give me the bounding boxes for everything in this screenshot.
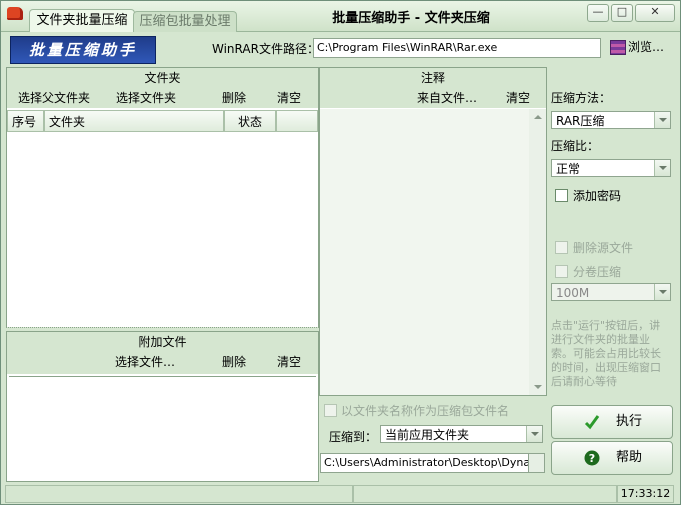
attach-list[interactable] bbox=[9, 376, 316, 480]
svg-text:?: ? bbox=[589, 452, 595, 465]
status-cell-2 bbox=[353, 485, 617, 503]
run-label: 执行 bbox=[616, 414, 643, 429]
browse-button[interactable]: 浏览… bbox=[610, 37, 668, 57]
compress-to-label: 压缩到： bbox=[329, 430, 378, 444]
folder-panel: 文件夹 选择父文件夹 选择文件夹 删除 清空 序号 文件夹 状态 bbox=[6, 67, 319, 329]
split-checkbox[interactable] bbox=[555, 265, 568, 278]
column-header-folder[interactable]: 文件夹 bbox=[44, 110, 224, 132]
chevron-down-icon[interactable] bbox=[654, 284, 670, 300]
split-label: 分卷压缩 bbox=[573, 265, 622, 279]
comment-textarea[interactable] bbox=[320, 109, 529, 395]
attach-clear-button[interactable]: 清空 bbox=[277, 353, 301, 370]
scroll-up-icon[interactable] bbox=[534, 115, 542, 119]
help-icon: ? bbox=[584, 450, 600, 466]
attach-delete-button[interactable]: 删除 bbox=[222, 353, 246, 370]
ratio-label: 压缩比： bbox=[551, 139, 600, 153]
restore-button[interactable]: □ bbox=[611, 4, 633, 22]
add-password-label: 添加密码 bbox=[573, 189, 622, 203]
status-cell-1 bbox=[5, 485, 353, 503]
column-header-status[interactable]: 状态 bbox=[224, 110, 276, 132]
folder-delete-button[interactable]: 删除 bbox=[222, 89, 246, 106]
browse-label: 浏览… bbox=[628, 40, 665, 54]
column-header-index[interactable]: 序号 bbox=[7, 110, 44, 132]
comment-panel-title: 注释 bbox=[420, 71, 445, 85]
target-path-input[interactable]: C:\Users\Administrator\Desktop\DynamicS bbox=[320, 453, 531, 473]
winrar-path-input[interactable]: C:\Program Files\WinRAR\Rar.exe bbox=[313, 38, 601, 58]
tab-archive-process[interactable]: 压缩包批量处理 bbox=[133, 11, 237, 32]
comment-scrollbar[interactable] bbox=[529, 109, 546, 395]
run-button[interactable]: 执行 bbox=[551, 405, 673, 439]
split-size-select[interactable]: 100M bbox=[551, 283, 671, 301]
compress-to-select[interactable]: 当前应用文件夹 bbox=[380, 425, 543, 443]
folder-clear-button[interactable]: 清空 bbox=[277, 89, 301, 106]
chevron-down-icon[interactable] bbox=[526, 426, 542, 442]
tab-folder-compress[interactable]: 文件夹批量压缩 bbox=[29, 9, 135, 32]
method-value: RAR压缩 bbox=[556, 114, 605, 128]
ratio-value: 正常 bbox=[556, 162, 581, 176]
folder-panel-title: 文件夹 bbox=[144, 71, 181, 85]
main-window: 文件夹批量压缩 压缩包批量处理 批量压缩助手 - 文件夹压缩 — □ ✕ 批量压… bbox=[0, 0, 681, 505]
app-icon bbox=[7, 7, 23, 20]
method-select[interactable]: RAR压缩 bbox=[551, 111, 671, 129]
help-button[interactable]: ? 帮助 bbox=[551, 441, 673, 475]
title-bar: 文件夹批量压缩 压缩包批量处理 批量压缩助手 - 文件夹压缩 — □ ✕ bbox=[1, 1, 680, 32]
ratio-select[interactable]: 正常 bbox=[551, 159, 671, 177]
folder-list[interactable] bbox=[7, 132, 318, 328]
attach-panel-title: 附加文件 bbox=[138, 335, 187, 349]
chevron-down-icon[interactable] bbox=[654, 160, 670, 176]
scroll-down-icon[interactable] bbox=[534, 385, 542, 389]
select-parent-folder-button[interactable]: 选择父文件夹 bbox=[18, 89, 90, 106]
select-folder-button[interactable]: 选择文件夹 bbox=[116, 89, 176, 106]
compress-to-value: 当前应用文件夹 bbox=[385, 428, 470, 442]
minimize-button[interactable]: — bbox=[587, 4, 609, 22]
use-folder-name-label: 以文件夹名称作为压缩包文件名 bbox=[341, 404, 510, 418]
app-logo: 批量压缩助手 bbox=[10, 36, 156, 64]
comment-panel-header: 注释 来自文件… 清空 bbox=[320, 68, 546, 108]
attach-panel: 附加文件 选择文件… 删除 清空 bbox=[6, 331, 319, 482]
hint-text: 点击"运行"按钮后，讲进行文件夹的批量业索。可能会占用比较长的时间，出现压缩窗口… bbox=[551, 319, 661, 388]
checkmark-icon bbox=[584, 415, 600, 430]
attach-panel-header: 附加文件 选择文件… 删除 清空 bbox=[7, 332, 318, 374]
use-folder-name-checkbox[interactable] bbox=[324, 404, 337, 417]
window-title: 批量压缩助手 - 文件夹压缩 bbox=[332, 11, 490, 26]
status-bar: 17:33:12 bbox=[5, 484, 676, 503]
column-header-filler bbox=[276, 110, 318, 132]
delete-source-label: 删除源文件 bbox=[573, 241, 634, 255]
from-file-button[interactable]: 来自文件… bbox=[417, 89, 477, 106]
select-file-button[interactable]: 选择文件… bbox=[115, 353, 175, 370]
folder-panel-header: 文件夹 选择父文件夹 选择文件夹 删除 清空 bbox=[7, 68, 318, 108]
books-icon bbox=[610, 40, 626, 55]
method-label: 压缩方法： bbox=[551, 91, 612, 105]
comment-panel: 注释 来自文件… 清空 bbox=[319, 67, 547, 396]
chevron-down-icon[interactable] bbox=[654, 112, 670, 128]
status-time: 17:33:12 bbox=[617, 485, 674, 503]
winrar-path-label: WinRAR文件路径： bbox=[212, 42, 319, 56]
help-label: 帮助 bbox=[616, 450, 643, 465]
split-size-value: 100M bbox=[556, 286, 590, 300]
add-password-checkbox[interactable] bbox=[555, 189, 568, 202]
close-button[interactable]: ✕ bbox=[635, 4, 675, 22]
target-path-browse-button[interactable] bbox=[528, 453, 545, 473]
comment-clear-button[interactable]: 清空 bbox=[506, 89, 530, 106]
delete-source-checkbox[interactable] bbox=[555, 241, 568, 254]
